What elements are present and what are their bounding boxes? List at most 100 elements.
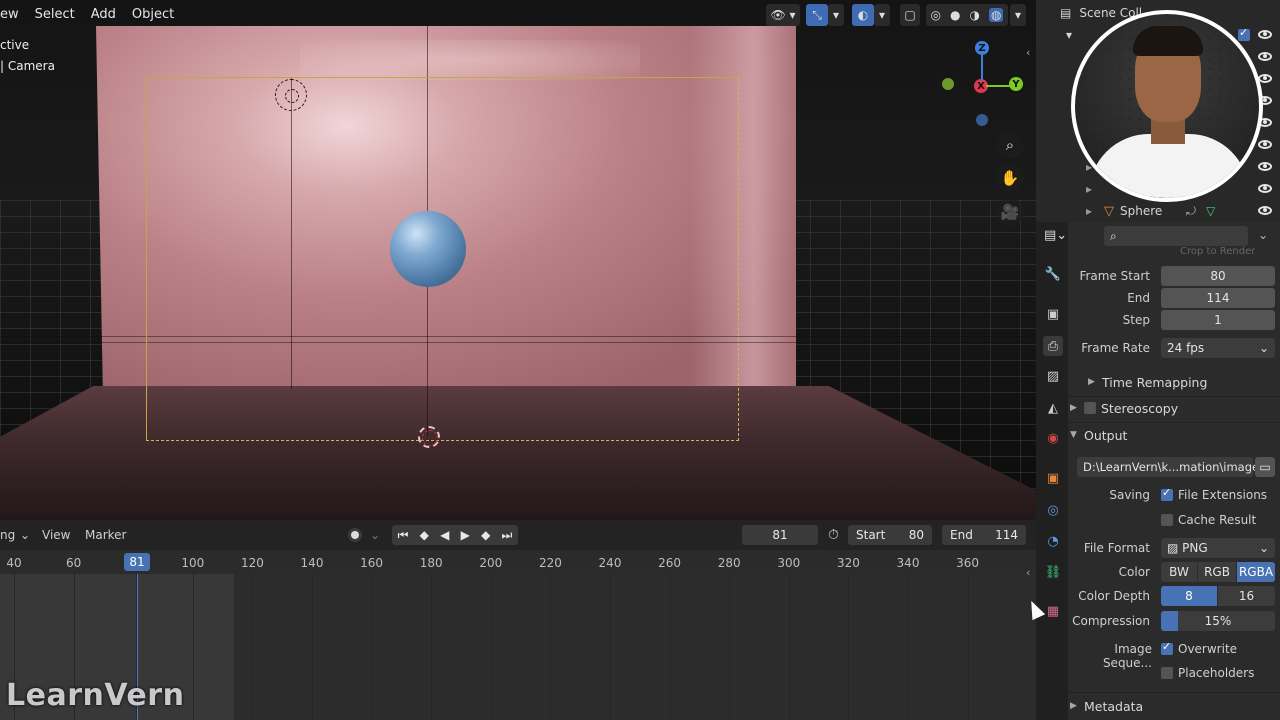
file-extensions-checkbox[interactable]: [1161, 486, 1173, 501]
outliner-row-sphere[interactable]: ▸ ▽ Sphere ⤾ ▽: [1036, 200, 1280, 222]
end-frame-field[interactable]: End 114: [942, 525, 1026, 545]
constraints-tab-icon[interactable]: ⛓: [1043, 562, 1063, 582]
properties-search-input[interactable]: ⌕: [1104, 226, 1248, 246]
frame-rate-dropdown[interactable]: 24 fps ⌄: [1161, 338, 1275, 358]
frame-step-field[interactable]: 1: [1161, 310, 1275, 330]
solid-shading-icon[interactable]: ●: [950, 8, 960, 22]
light-object[interactable]: [275, 79, 307, 111]
output-tab-icon[interactable]: ⎙: [1043, 336, 1063, 356]
play-reverse-icon[interactable]: ◀: [440, 528, 449, 542]
eye-icon[interactable]: [1258, 206, 1272, 215]
scene-tab-icon[interactable]: ◭: [1043, 398, 1063, 418]
rendered-shading-icon[interactable]: ◍: [989, 8, 1004, 22]
color-depth-16-option[interactable]: 16: [1218, 586, 1275, 606]
modifier-tab-icon[interactable]: ◎: [1043, 500, 1063, 520]
axis-neg-y-gizmo[interactable]: [942, 78, 954, 90]
color-depth-8-option[interactable]: 8: [1161, 586, 1217, 606]
sphere-object[interactable]: [390, 211, 466, 287]
chevron-down-icon[interactable]: ⌄: [20, 528, 30, 542]
playhead-frame[interactable]: 81: [124, 553, 150, 571]
frame-tick-label: 340: [896, 556, 920, 570]
stereoscopy-panel[interactable]: ▶ Stereoscopy: [1070, 397, 1178, 419]
metadata-panel[interactable]: ▶ Metadata: [1070, 695, 1143, 717]
frame-gridline: [490, 574, 492, 720]
prev-keyframe-icon[interactable]: ◆: [420, 528, 429, 542]
overlays-dropdown[interactable]: ▾: [874, 4, 890, 26]
material-shading-icon[interactable]: ◑: [970, 8, 980, 22]
mesh-data-icon: ▽: [1206, 204, 1216, 218]
editor-type-icon[interactable]: ▤⌄: [1044, 228, 1070, 248]
chevron-down-icon: ▾: [878, 8, 886, 22]
3d-viewport[interactable]: ew Select Add Object ctive | Camera 👁 ▾ …: [0, 0, 1036, 520]
file-format-dropdown[interactable]: ▨ PNG ⌄: [1161, 538, 1275, 558]
color-bw-option[interactable]: BW: [1161, 562, 1197, 582]
jump-end-icon[interactable]: ⏭: [502, 528, 513, 543]
tool-tab-icon[interactable]: 🔧: [1043, 264, 1063, 284]
divider: [1068, 422, 1280, 423]
sphere-label: Sphere: [1120, 204, 1163, 218]
current-frame-field[interactable]: 81: [742, 525, 818, 545]
eye-icon[interactable]: [1258, 52, 1272, 61]
output-path-input[interactable]: D:\LearnVern\k...mation\images\: [1077, 457, 1269, 477]
overwrite-checkbox[interactable]: [1161, 640, 1173, 655]
time-remapping-panel[interactable]: ▶ Time Remapping: [1088, 371, 1207, 393]
color-rgba-option[interactable]: RGBA: [1237, 562, 1275, 582]
eye-icon[interactable]: [1258, 30, 1272, 39]
auto-keying-button[interactable]: [348, 528, 362, 542]
menu-view[interactable]: View: [42, 528, 70, 542]
object-tab-icon[interactable]: ▣: [1043, 468, 1063, 488]
axis-z-gizmo[interactable]: Z: [975, 41, 989, 55]
expand-icon: ▶: [1088, 377, 1095, 387]
frame-start-field[interactable]: 80: [1161, 266, 1275, 286]
stopwatch-icon[interactable]: ⏱: [828, 527, 839, 543]
folder-icon[interactable]: ▭: [1255, 457, 1275, 477]
xray-toggle[interactable]: ▢: [900, 4, 920, 26]
3d-cursor[interactable]: [418, 426, 440, 448]
placeholders-checkbox[interactable]: [1161, 667, 1173, 679]
frame-gridline: [550, 574, 552, 720]
axis-y-gizmo[interactable]: Y: [1009, 77, 1023, 91]
image-sequence-label: Image Seque...: [1102, 642, 1152, 670]
view-layer-tab-icon[interactable]: ▨: [1043, 366, 1063, 386]
menu-select[interactable]: Select: [27, 1, 83, 28]
axis-neg-z-gizmo[interactable]: [976, 114, 988, 126]
color-rgb-option[interactable]: RGB: [1198, 562, 1236, 582]
eye-icon: 👁 ▾: [770, 8, 796, 22]
eye-icon[interactable]: [1258, 184, 1272, 193]
visibility-dropdown[interactable]: 👁 ▾: [766, 4, 800, 26]
gizmo-toggle[interactable]: ⤡: [806, 4, 828, 26]
stereoscopy-checkbox[interactable]: [1084, 402, 1096, 414]
world-tab-icon[interactable]: ◉: [1043, 428, 1063, 448]
render-tab-icon[interactable]: ▣: [1043, 304, 1063, 324]
texture-tab-icon[interactable]: ▦: [1043, 601, 1063, 621]
cache-result-checkbox[interactable]: [1161, 514, 1173, 526]
physics-tab-icon[interactable]: ◔: [1043, 531, 1063, 551]
menu-add[interactable]: Add: [83, 1, 124, 28]
camera-view-icon[interactable]: 🎥: [996, 198, 1024, 226]
start-frame-field[interactable]: Start 80: [848, 525, 932, 545]
next-keyframe-icon[interactable]: ◆: [481, 528, 490, 542]
sidebar-toggle-icon[interactable]: ‹: [1026, 46, 1030, 59]
menu-object[interactable]: Object: [124, 1, 182, 28]
frame-ruler[interactable]: 40 60 100 120 140 160 180 200 220 240 260 280 300 320…: [0, 550, 1036, 574]
pan-hand-icon[interactable]: ✋: [996, 164, 1024, 192]
eye-icon[interactable]: [1258, 140, 1272, 149]
zoom-icon[interactable]: ⌕: [996, 131, 1024, 159]
overlays-toggle[interactable]: ◐: [852, 4, 874, 26]
frame-end-field[interactable]: 114: [1161, 288, 1275, 308]
chevron-down-icon[interactable]: ⌄: [1258, 228, 1268, 242]
shading-modes[interactable]: ◎ ● ◑ ◍: [926, 4, 1008, 26]
output-panel[interactable]: ▼ Output: [1070, 424, 1127, 446]
menu-marker[interactable]: Marker: [85, 528, 126, 542]
eye-icon[interactable]: [1258, 162, 1272, 171]
menu-view[interactable]: ew: [0, 1, 27, 28]
jump-start-icon[interactable]: ⏮: [398, 528, 409, 543]
gizmo-dropdown[interactable]: ▾: [828, 4, 844, 26]
sidebar-toggle-icon[interactable]: ‹: [1026, 566, 1030, 579]
editor-type-menu[interactable]: ng: [0, 528, 15, 542]
shading-dropdown[interactable]: ▾: [1010, 4, 1026, 26]
compression-slider[interactable]: 15%: [1161, 611, 1275, 631]
chevron-down-icon[interactable]: ⌄: [370, 528, 380, 542]
wireframe-shading-icon[interactable]: ◎: [931, 8, 941, 22]
play-icon[interactable]: ▶: [461, 528, 470, 542]
